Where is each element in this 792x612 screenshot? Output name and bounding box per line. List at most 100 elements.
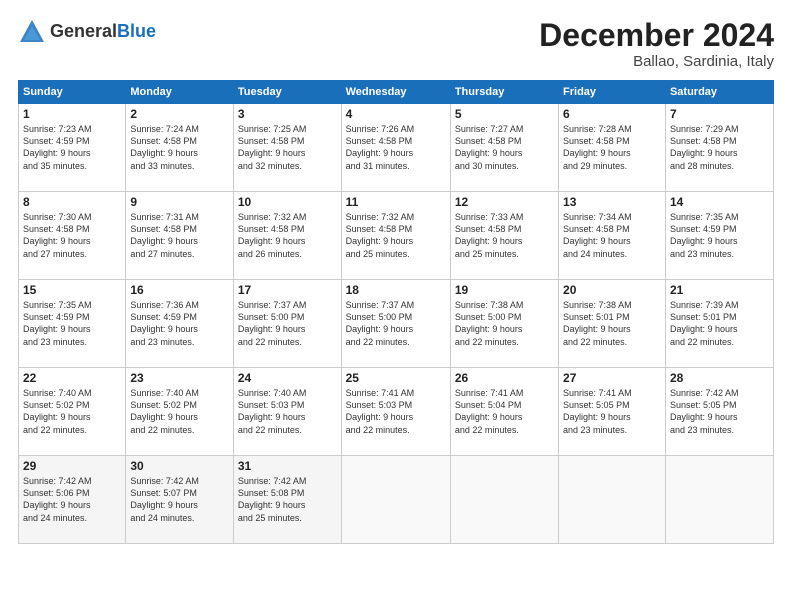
- calendar-cell: 27Sunrise: 7:41 AM Sunset: 5:05 PM Dayli…: [559, 368, 666, 456]
- calendar-header-row: SundayMondayTuesdayWednesdayThursdayFrid…: [19, 81, 774, 104]
- day-header-friday: Friday: [559, 81, 666, 104]
- calendar-cell: [559, 456, 666, 544]
- calendar-cell: [341, 456, 450, 544]
- day-info: Sunrise: 7:42 AM Sunset: 5:05 PM Dayligh…: [670, 387, 769, 436]
- calendar-cell: 4Sunrise: 7:26 AM Sunset: 4:58 PM Daylig…: [341, 104, 450, 192]
- calendar-cell: 14 Sunrise: 7:35 AM Sunset: 4:59 PM Dayli…: [665, 192, 773, 280]
- calendar-cell: 31 Sunrise: 7:42 AM Sunset: 5:08 PM Dayli…: [233, 456, 341, 544]
- day-info: Sunrise: 7:24 AM Sunset: 4:58 PM Dayligh…: [130, 123, 229, 172]
- calendar-cell: 13 Sunrise: 7:34 AM Sunset: 4:58 PM Dayli…: [559, 192, 666, 280]
- day-info: Sunrise: 7:36 AM Sunset: 4:59 PM Dayligh…: [130, 299, 229, 348]
- calendar-cell: 10 Sunrise: 7:32 AM Sunset: 4:58 PM Dayli…: [233, 192, 341, 280]
- day-header-sunday: Sunday: [19, 81, 126, 104]
- day-info: Sunrise: 7:38 AM Sunset: 5:00 PM Dayligh…: [455, 299, 554, 348]
- day-info: Sunrise: 7:28 AM Sunset: 4:58 PM Dayligh…: [563, 123, 661, 172]
- calendar-cell: 19 Sunrise: 7:38 AM Sunset: 5:00 PM Dayli…: [450, 280, 558, 368]
- day-number: 17: [238, 283, 337, 297]
- day-info: Sunrise: 7:32 AM Sunset: 4:58 PM Dayligh…: [346, 211, 446, 260]
- day-info: Sunrise: 7:41 AM Sunset: 5:05 PM Dayligh…: [563, 387, 661, 436]
- day-info: Sunrise: 7:37 AM Sunset: 5:00 PM Dayligh…: [238, 299, 337, 348]
- calendar-cell: 5Sunrise: 7:27 AM Sunset: 4:58 PM Daylig…: [450, 104, 558, 192]
- calendar-cell: 21 Sunrise: 7:39 AM Sunset: 5:01 PM Dayli…: [665, 280, 773, 368]
- day-number: 16: [130, 283, 229, 297]
- day-number: 25: [346, 371, 446, 385]
- day-info: Sunrise: 7:38 AM Sunset: 5:01 PM Dayligh…: [563, 299, 661, 348]
- calendar-cell: 8Sunrise: 7:30 AM Sunset: 4:58 PM Daylig…: [19, 192, 126, 280]
- calendar-table: SundayMondayTuesdayWednesdayThursdayFrid…: [18, 80, 774, 544]
- day-number: 14: [670, 195, 769, 209]
- day-info: Sunrise: 7:40 AM Sunset: 5:03 PM Dayligh…: [238, 387, 337, 436]
- day-number: 7: [670, 107, 769, 121]
- day-number: 30: [130, 459, 229, 473]
- calendar-cell: 11 Sunrise: 7:32 AM Sunset: 4:58 PM Dayli…: [341, 192, 450, 280]
- day-number: 6: [563, 107, 661, 121]
- calendar-cell: 15 Sunrise: 7:35 AM Sunset: 4:59 PM Dayli…: [19, 280, 126, 368]
- calendar-cell: 7Sunrise: 7:29 AM Sunset: 4:58 PM Daylig…: [665, 104, 773, 192]
- day-info: Sunrise: 7:27 AM Sunset: 4:58 PM Dayligh…: [455, 123, 554, 172]
- day-info: Sunrise: 7:35 AM Sunset: 4:59 PM Dayligh…: [23, 299, 121, 348]
- day-info: Sunrise: 7:35 AM Sunset: 4:59 PM Dayligh…: [670, 211, 769, 260]
- logo-general: General: [50, 21, 117, 41]
- calendar-cell: 20 Sunrise: 7:38 AM Sunset: 5:01 PM Dayli…: [559, 280, 666, 368]
- title-block: December 2024 Ballao, Sardinia, Italy: [539, 18, 774, 70]
- day-info: Sunrise: 7:42 AM Sunset: 5:06 PM Dayligh…: [23, 475, 121, 524]
- logo-blue: Blue: [117, 21, 156, 41]
- calendar-cell: 18 Sunrise: 7:37 AM Sunset: 5:00 PM Dayli…: [341, 280, 450, 368]
- calendar-cell: 6 Sunrise: 7:28 AM Sunset: 4:58 PM Daylig…: [559, 104, 666, 192]
- day-info: Sunrise: 7:42 AM Sunset: 5:07 PM Dayligh…: [130, 475, 229, 524]
- calendar-week-5: 29 Sunrise: 7:42 AM Sunset: 5:06 PM Dayli…: [19, 456, 774, 544]
- day-number: 10: [238, 195, 337, 209]
- day-info: Sunrise: 7:25 AM Sunset: 4:58 PM Dayligh…: [238, 123, 337, 172]
- day-info: Sunrise: 7:33 AM Sunset: 4:58 PM Dayligh…: [455, 211, 554, 260]
- calendar-cell: 30 Sunrise: 7:42 AM Sunset: 5:07 PM Dayli…: [126, 456, 234, 544]
- day-number: 15: [23, 283, 121, 297]
- day-info: Sunrise: 7:40 AM Sunset: 5:02 PM Dayligh…: [23, 387, 121, 436]
- day-number: 12: [455, 195, 554, 209]
- day-info: Sunrise: 7:32 AM Sunset: 4:58 PM Dayligh…: [238, 211, 337, 260]
- calendar-cell: 26Sunrise: 7:41 AM Sunset: 5:04 PM Dayli…: [450, 368, 558, 456]
- location: Ballao, Sardinia, Italy: [539, 53, 774, 70]
- day-info: Sunrise: 7:41 AM Sunset: 5:03 PM Dayligh…: [346, 387, 446, 436]
- day-number: 13: [563, 195, 661, 209]
- day-number: 19: [455, 283, 554, 297]
- day-number: 4: [346, 107, 446, 121]
- calendar-cell: 23Sunrise: 7:40 AM Sunset: 5:02 PM Dayli…: [126, 368, 234, 456]
- day-number: 2: [130, 107, 229, 121]
- day-number: 18: [346, 283, 446, 297]
- day-number: 21: [670, 283, 769, 297]
- day-number: 3: [238, 107, 337, 121]
- calendar-cell: 24 Sunrise: 7:40 AM Sunset: 5:03 PM Dayli…: [233, 368, 341, 456]
- calendar-cell: 3 Sunrise: 7:25 AM Sunset: 4:58 PM Daylig…: [233, 104, 341, 192]
- logo: GeneralBlue: [18, 18, 156, 46]
- day-header-monday: Monday: [126, 81, 234, 104]
- calendar-cell: 9 Sunrise: 7:31 AM Sunset: 4:58 PM Daylig…: [126, 192, 234, 280]
- day-info: Sunrise: 7:37 AM Sunset: 5:00 PM Dayligh…: [346, 299, 446, 348]
- day-number: 11: [346, 195, 446, 209]
- calendar-cell: [450, 456, 558, 544]
- day-info: Sunrise: 7:23 AM Sunset: 4:59 PM Dayligh…: [23, 123, 121, 172]
- day-info: Sunrise: 7:39 AM Sunset: 5:01 PM Dayligh…: [670, 299, 769, 348]
- day-number: 20: [563, 283, 661, 297]
- calendar-week-2: 8Sunrise: 7:30 AM Sunset: 4:58 PM Daylig…: [19, 192, 774, 280]
- calendar-week-3: 15 Sunrise: 7:35 AM Sunset: 4:59 PM Dayli…: [19, 280, 774, 368]
- day-info: Sunrise: 7:31 AM Sunset: 4:58 PM Dayligh…: [130, 211, 229, 260]
- calendar-week-1: 1 Sunrise: 7:23 AM Sunset: 4:59 PM Daylig…: [19, 104, 774, 192]
- day-header-thursday: Thursday: [450, 81, 558, 104]
- day-number: 9: [130, 195, 229, 209]
- day-number: 24: [238, 371, 337, 385]
- day-header-wednesday: Wednesday: [341, 81, 450, 104]
- calendar-cell: 16 Sunrise: 7:36 AM Sunset: 4:59 PM Dayli…: [126, 280, 234, 368]
- day-info: Sunrise: 7:34 AM Sunset: 4:58 PM Dayligh…: [563, 211, 661, 260]
- day-number: 22: [23, 371, 121, 385]
- day-number: 8: [23, 195, 121, 209]
- day-number: 31: [238, 459, 337, 473]
- day-header-tuesday: Tuesday: [233, 81, 341, 104]
- calendar-cell: 1 Sunrise: 7:23 AM Sunset: 4:59 PM Daylig…: [19, 104, 126, 192]
- day-number: 29: [23, 459, 121, 473]
- day-number: 23: [130, 371, 229, 385]
- calendar-cell: 17 Sunrise: 7:37 AM Sunset: 5:00 PM Dayli…: [233, 280, 341, 368]
- day-number: 1: [23, 107, 121, 121]
- calendar-cell: 25 Sunrise: 7:41 AM Sunset: 5:03 PM Dayli…: [341, 368, 450, 456]
- day-info: Sunrise: 7:41 AM Sunset: 5:04 PM Dayligh…: [455, 387, 554, 436]
- day-info: Sunrise: 7:42 AM Sunset: 5:08 PM Dayligh…: [238, 475, 337, 524]
